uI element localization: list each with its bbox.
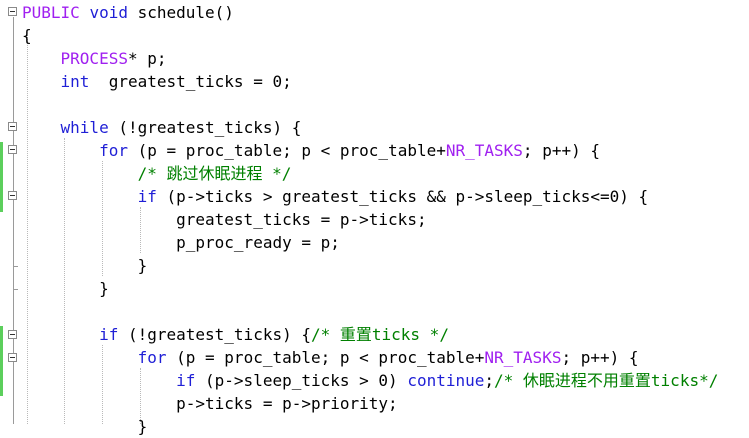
code-text: { xyxy=(22,25,32,45)
change-bar xyxy=(0,326,3,396)
code-keyword: while xyxy=(60,117,109,137)
code-line[interactable]: p_proc_ready = p; xyxy=(22,231,340,254)
code-text: } xyxy=(22,417,148,437)
code-text: p_proc_ready = p; xyxy=(22,233,340,252)
fold-end-marker xyxy=(13,266,18,267)
code-line[interactable]: } xyxy=(22,254,148,277)
code-comment: /* 重置ticks */ xyxy=(310,325,449,345)
code-line[interactable]: if (p->sleep_ticks > 0) continue;/* 休眠进程… xyxy=(22,369,718,392)
code-line[interactable]: while (!greatest_ticks) { xyxy=(22,116,302,139)
code-macro: NR_TASKS xyxy=(445,140,523,160)
code-keyword: if xyxy=(137,186,157,206)
code-keyword: if xyxy=(176,371,196,391)
code-keyword: continue xyxy=(407,371,485,391)
change-bar xyxy=(0,142,3,212)
code-keyword: if xyxy=(99,325,119,345)
code-text: schedule() xyxy=(127,2,234,22)
code-text: greatest_ticks = 0; xyxy=(89,71,292,91)
code-text: greatest_ticks = p->ticks; xyxy=(22,209,427,229)
code-macro: NR_TASKS xyxy=(484,348,562,368)
fold-toggle-icon[interactable] xyxy=(8,330,17,339)
code-line[interactable]: PROCESS* p; xyxy=(22,47,167,70)
fold-toggle-icon[interactable] xyxy=(8,145,17,154)
code-text: * p; xyxy=(127,48,167,68)
code-text: (p = proc_table; p < proc_table+ xyxy=(166,348,485,368)
fold-toggle-icon[interactable] xyxy=(8,191,17,200)
code-text: (p = proc_table; p < proc_table+ xyxy=(127,140,446,160)
code-line[interactable]: p->ticks = p->priority; xyxy=(22,392,398,415)
code-line[interactable]: greatest_ticks = p->ticks; xyxy=(22,208,427,231)
code-text: p->ticks = p->priority; xyxy=(22,394,398,414)
code-text: } xyxy=(22,279,109,299)
code-text: ; p++) { xyxy=(561,348,639,368)
code-keyword: for xyxy=(99,140,128,160)
code-text: ; xyxy=(484,371,495,391)
code-line[interactable]: if (!greatest_ticks) {/* 重置ticks */ xyxy=(22,323,449,346)
code-line[interactable]: if (p->ticks > greatest_ticks && p->slee… xyxy=(22,185,649,208)
code-comment: /* 休眠进程不用重置ticks*/ xyxy=(494,371,719,391)
fold-gutter xyxy=(0,0,22,424)
code-comment: /* 跳过休眠进程 */ xyxy=(137,163,292,183)
code-keyword: for xyxy=(137,348,167,368)
code-keyword: int xyxy=(60,71,90,91)
fold-toggle-icon[interactable] xyxy=(8,122,17,131)
code-text: (p->sleep_ticks > 0) xyxy=(195,371,408,391)
code-text: (p->ticks > greatest_ticks && p->sleep_t… xyxy=(156,186,649,206)
fold-end-marker xyxy=(13,289,18,290)
code-text: ; p++) { xyxy=(522,140,600,160)
code-text: } xyxy=(22,256,148,276)
code-line[interactable]: } xyxy=(22,415,148,438)
code-line[interactable]: int greatest_ticks = 0; xyxy=(22,70,292,93)
code-macro: PUBLIC xyxy=(22,2,80,22)
code-line[interactable]: } xyxy=(22,277,109,300)
code-line[interactable]: { xyxy=(22,24,32,47)
fold-toggle-icon[interactable] xyxy=(8,353,17,362)
fold-line xyxy=(13,17,14,424)
code-line[interactable]: /* 跳过休眠进程 */ xyxy=(22,162,292,185)
code-text: (!greatest_ticks) { xyxy=(108,117,302,137)
code-line[interactable]: for (p = proc_table; p < proc_table+NR_T… xyxy=(22,139,600,162)
code-line[interactable]: for (p = proc_table; p < proc_table+NR_T… xyxy=(22,346,639,369)
code-line[interactable]: PUBLIC void schedule() xyxy=(22,1,234,24)
code-keyword: void xyxy=(89,2,128,22)
code-text: (!greatest_ticks) { xyxy=(118,325,311,345)
fold-toggle-icon[interactable] xyxy=(8,7,17,16)
code-macro: PROCESS xyxy=(60,48,128,68)
